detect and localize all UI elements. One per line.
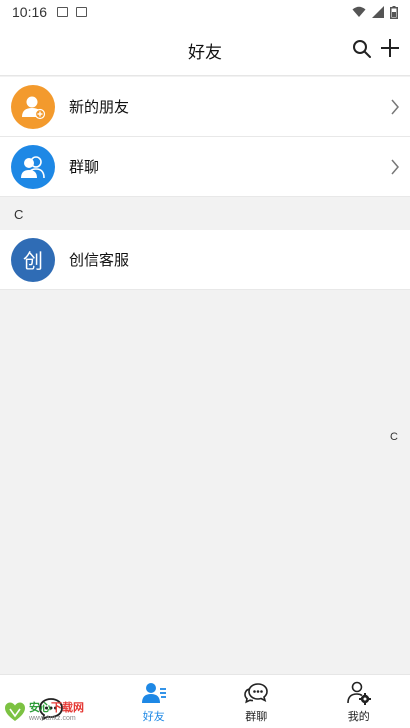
tab-friends[interactable]: 好友: [103, 675, 206, 728]
watermark-brand-red: 下载网: [51, 701, 84, 714]
profile-settings-icon: [346, 681, 371, 705]
tab-groups[interactable]: 群聊: [205, 675, 308, 728]
tab-groups-label: 群聊: [245, 710, 268, 723]
watermark-brand-green: 安心: [29, 701, 51, 714]
watermark: 安心下载网 www.anxz.com: [4, 700, 108, 724]
notification-a-icon: [57, 7, 69, 17]
tab-friends-label: 好友: [142, 710, 165, 723]
chevron-right-icon: [391, 159, 399, 175]
contacts-icon: [141, 683, 166, 703]
contact-avatar: 创: [11, 237, 55, 282]
search-icon[interactable]: [352, 39, 372, 59]
group-icon: [11, 144, 55, 189]
contact-row[interactable]: 创 创信客服: [0, 230, 410, 290]
group-chat-label: 群聊: [69, 158, 100, 176]
signal-icon: [372, 6, 384, 18]
tab-me-label: 我的: [347, 710, 370, 723]
group-chat-icon: [244, 683, 269, 704]
alphabet-index-c[interactable]: C: [390, 431, 398, 443]
wifi-icon: [352, 6, 366, 17]
notification-image-icon: [76, 7, 88, 17]
section-header-c: C: [0, 197, 410, 230]
chevron-right-icon: [391, 99, 399, 115]
watermark-logo-icon: [5, 702, 25, 721]
group-chat-row[interactable]: 群聊: [0, 137, 410, 197]
person-add-icon: [11, 84, 55, 129]
contact-name: 创信客服: [69, 251, 130, 269]
add-icon[interactable]: [380, 38, 400, 58]
friends-list: 新的朋友 群聊 C 创 创信客服: [0, 77, 410, 290]
status-time: 10:16: [12, 4, 48, 20]
watermark-url: www.anxz.com: [29, 715, 76, 722]
new-friends-row[interactable]: 新的朋友: [0, 77, 410, 137]
battery-icon: [390, 5, 398, 19]
tab-me[interactable]: 我的: [308, 675, 410, 728]
status-bar: 10:16: [0, 0, 410, 24]
new-friends-label: 新的朋友: [69, 98, 130, 116]
app-header: 好友: [0, 24, 410, 76]
page-title: 好友: [188, 43, 222, 63]
